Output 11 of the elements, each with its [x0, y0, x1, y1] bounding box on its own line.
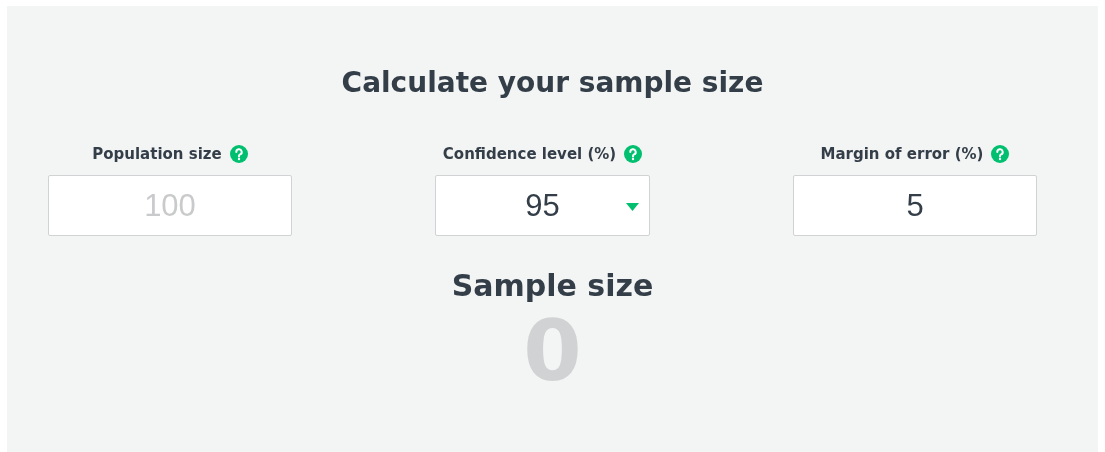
page-title: Calculate your sample size	[341, 66, 764, 99]
confidence-dropdown[interactable]: 95	[435, 175, 650, 236]
help-icon[interactable]	[991, 145, 1010, 163]
field-label: Confidence level (%)	[442, 145, 617, 163]
field-label: Margin of error (%)	[820, 145, 984, 163]
help-icon[interactable]	[229, 145, 248, 163]
help-icon[interactable]	[624, 145, 643, 163]
margin-field[interactable]: 5	[793, 175, 1037, 236]
caret-icon	[626, 203, 639, 211]
result-label: Sample size	[451, 268, 654, 303]
field-label: Population size	[92, 145, 222, 163]
